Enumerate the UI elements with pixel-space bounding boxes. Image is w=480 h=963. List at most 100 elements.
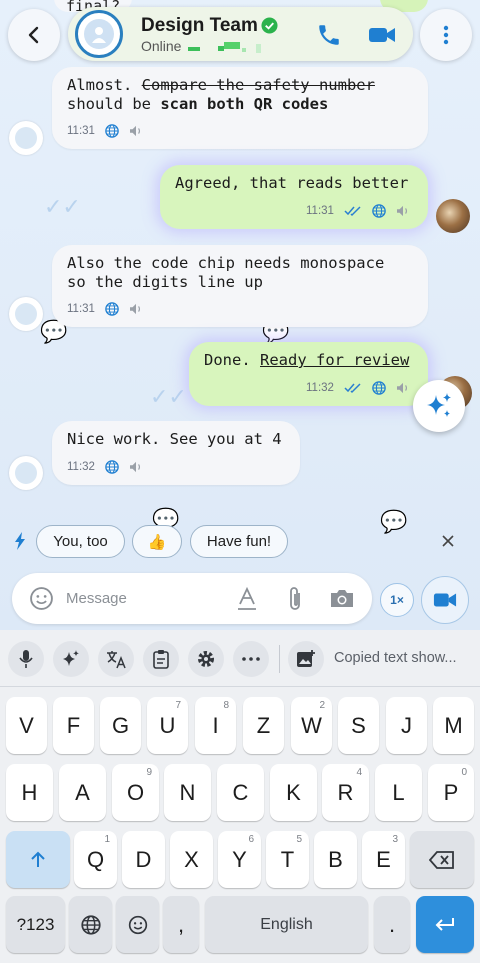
my-avatar[interactable] — [436, 199, 470, 233]
key[interactable]: 5T — [266, 831, 309, 888]
globe-icon — [80, 914, 101, 935]
backspace-icon — [429, 850, 454, 869]
key[interactable]: 7U — [147, 697, 188, 754]
key[interactable]: S — [338, 697, 379, 754]
emoji-icon[interactable] — [29, 586, 54, 611]
camera-icon[interactable] — [329, 587, 355, 609]
text-format-icon[interactable] — [237, 587, 257, 611]
key[interactable]: C — [217, 764, 264, 821]
message-text: Almost. — [67, 76, 142, 94]
suggestion-chip[interactable]: Have fun! — [190, 525, 288, 558]
video-message-button[interactable] — [421, 576, 469, 624]
space-key[interactable]: English — [205, 896, 368, 953]
translate-globe-icon[interactable] — [105, 124, 119, 139]
back-button[interactable] — [8, 9, 60, 61]
phone-icon[interactable] — [316, 22, 342, 48]
more-tools-button[interactable] — [233, 641, 269, 677]
key[interactable]: Z — [243, 697, 284, 754]
speaker-icon[interactable] — [396, 205, 410, 217]
settings-button[interactable] — [188, 641, 224, 677]
comma-key[interactable]: , — [163, 896, 199, 953]
user-icon — [92, 27, 106, 43]
chat-title: Design Team — [141, 15, 258, 36]
key[interactable]: 3E — [362, 831, 405, 888]
message-input[interactable]: Message — [66, 590, 127, 607]
key[interactable]: J — [386, 697, 427, 754]
typing-indicator — [188, 42, 261, 53]
clipboard-button[interactable] — [143, 641, 179, 677]
symbols-key[interactable]: ?123 — [6, 896, 65, 953]
message-text: should be — [67, 94, 161, 113]
speaker-icon[interactable] — [396, 382, 410, 394]
key[interactable]: H — [6, 764, 53, 821]
chat-header[interactable]: Design Team Online — [68, 7, 413, 61]
key[interactable]: V — [6, 697, 47, 754]
clipboard-icon — [153, 650, 169, 669]
key[interactable]: 1Q — [74, 831, 117, 888]
bolt-icon — [15, 532, 25, 550]
close-icon[interactable] — [440, 533, 456, 549]
enter-icon — [435, 917, 454, 931]
translate-button[interactable] — [98, 641, 134, 677]
message-time: 11:32 — [67, 461, 95, 473]
translate-globe-icon[interactable] — [105, 302, 119, 317]
ai-tools-button[interactable] — [53, 641, 89, 677]
key[interactable]: 8I — [195, 697, 236, 754]
language-key[interactable] — [69, 896, 112, 953]
key[interactable]: X — [170, 831, 213, 888]
sender-avatar[interactable] — [9, 456, 43, 490]
key[interactable]: L — [375, 764, 422, 821]
speaker-icon[interactable] — [129, 125, 143, 137]
translate-globe-icon[interactable] — [372, 381, 386, 396]
period-key[interactable]: . — [374, 896, 410, 953]
translate-icon — [107, 651, 126, 669]
message-bubble-incoming[interactable]: Nice work. See you at 4 11:32 — [52, 421, 300, 485]
toolbar-divider — [279, 645, 280, 673]
message-bubble-incoming[interactable]: Almost. Compare the safety number should… — [52, 67, 428, 149]
suggestion-chip[interactable]: You, too — [36, 525, 125, 558]
speaker-icon[interactable] — [129, 303, 143, 315]
key[interactable]: D — [122, 831, 165, 888]
translate-globe-icon[interactable] — [372, 204, 386, 219]
enter-key[interactable] — [416, 896, 474, 953]
more-options-button[interactable] — [420, 9, 472, 61]
backspace-key[interactable] — [410, 831, 474, 888]
shift-key[interactable] — [6, 831, 70, 888]
key[interactable]: K — [270, 764, 317, 821]
sender-avatar[interactable] — [9, 297, 43, 331]
group-avatar[interactable] — [75, 10, 123, 58]
key[interactable]: B — [314, 831, 357, 888]
playback-speed-button[interactable]: 1× — [380, 583, 414, 617]
translate-globe-icon[interactable] — [105, 460, 119, 475]
message-time: 11:31 — [67, 303, 95, 315]
clipboard-preview[interactable]: Copied text show... — [334, 650, 457, 666]
sender-avatar[interactable] — [9, 121, 43, 155]
key[interactable]: G — [100, 697, 141, 754]
speaker-icon[interactable] — [129, 461, 143, 473]
video-call-icon[interactable] — [368, 24, 396, 46]
verified-icon — [261, 17, 278, 34]
message-time: 11:31 — [67, 125, 95, 137]
attachment-icon[interactable] — [287, 585, 303, 613]
message-bubble-incoming[interactable]: Also the code chip needs monospace so th… — [52, 245, 428, 327]
key[interactable]: F — [53, 697, 94, 754]
key[interactable]: 0P — [428, 764, 474, 821]
message-bubble-outgoing[interactable]: Agreed, that reads better 11:31 — [160, 165, 428, 229]
key[interactable]: 9O — [112, 764, 159, 821]
add-photo-icon — [297, 650, 315, 667]
key[interactable]: 4R — [322, 764, 369, 821]
ai-assist-button[interactable] — [413, 380, 465, 432]
key[interactable]: M — [433, 697, 474, 754]
key[interactable]: 2W — [291, 697, 332, 754]
message-composer[interactable]: Message — [12, 573, 372, 624]
emoji-key[interactable] — [116, 896, 159, 953]
suggestion-chip[interactable]: 👍 — [132, 525, 182, 558]
message-bubble-outgoing[interactable]: Done. Ready for review 11:32 — [189, 342, 428, 406]
message-link-text[interactable]: Ready for review — [260, 351, 409, 369]
mic-button[interactable] — [8, 641, 44, 677]
key[interactable]: A — [59, 764, 106, 821]
message-text: Nice work. See you at 4 — [67, 430, 282, 448]
key[interactable]: N — [164, 764, 211, 821]
add-image-button[interactable] — [288, 641, 324, 677]
key[interactable]: 6Y — [218, 831, 261, 888]
